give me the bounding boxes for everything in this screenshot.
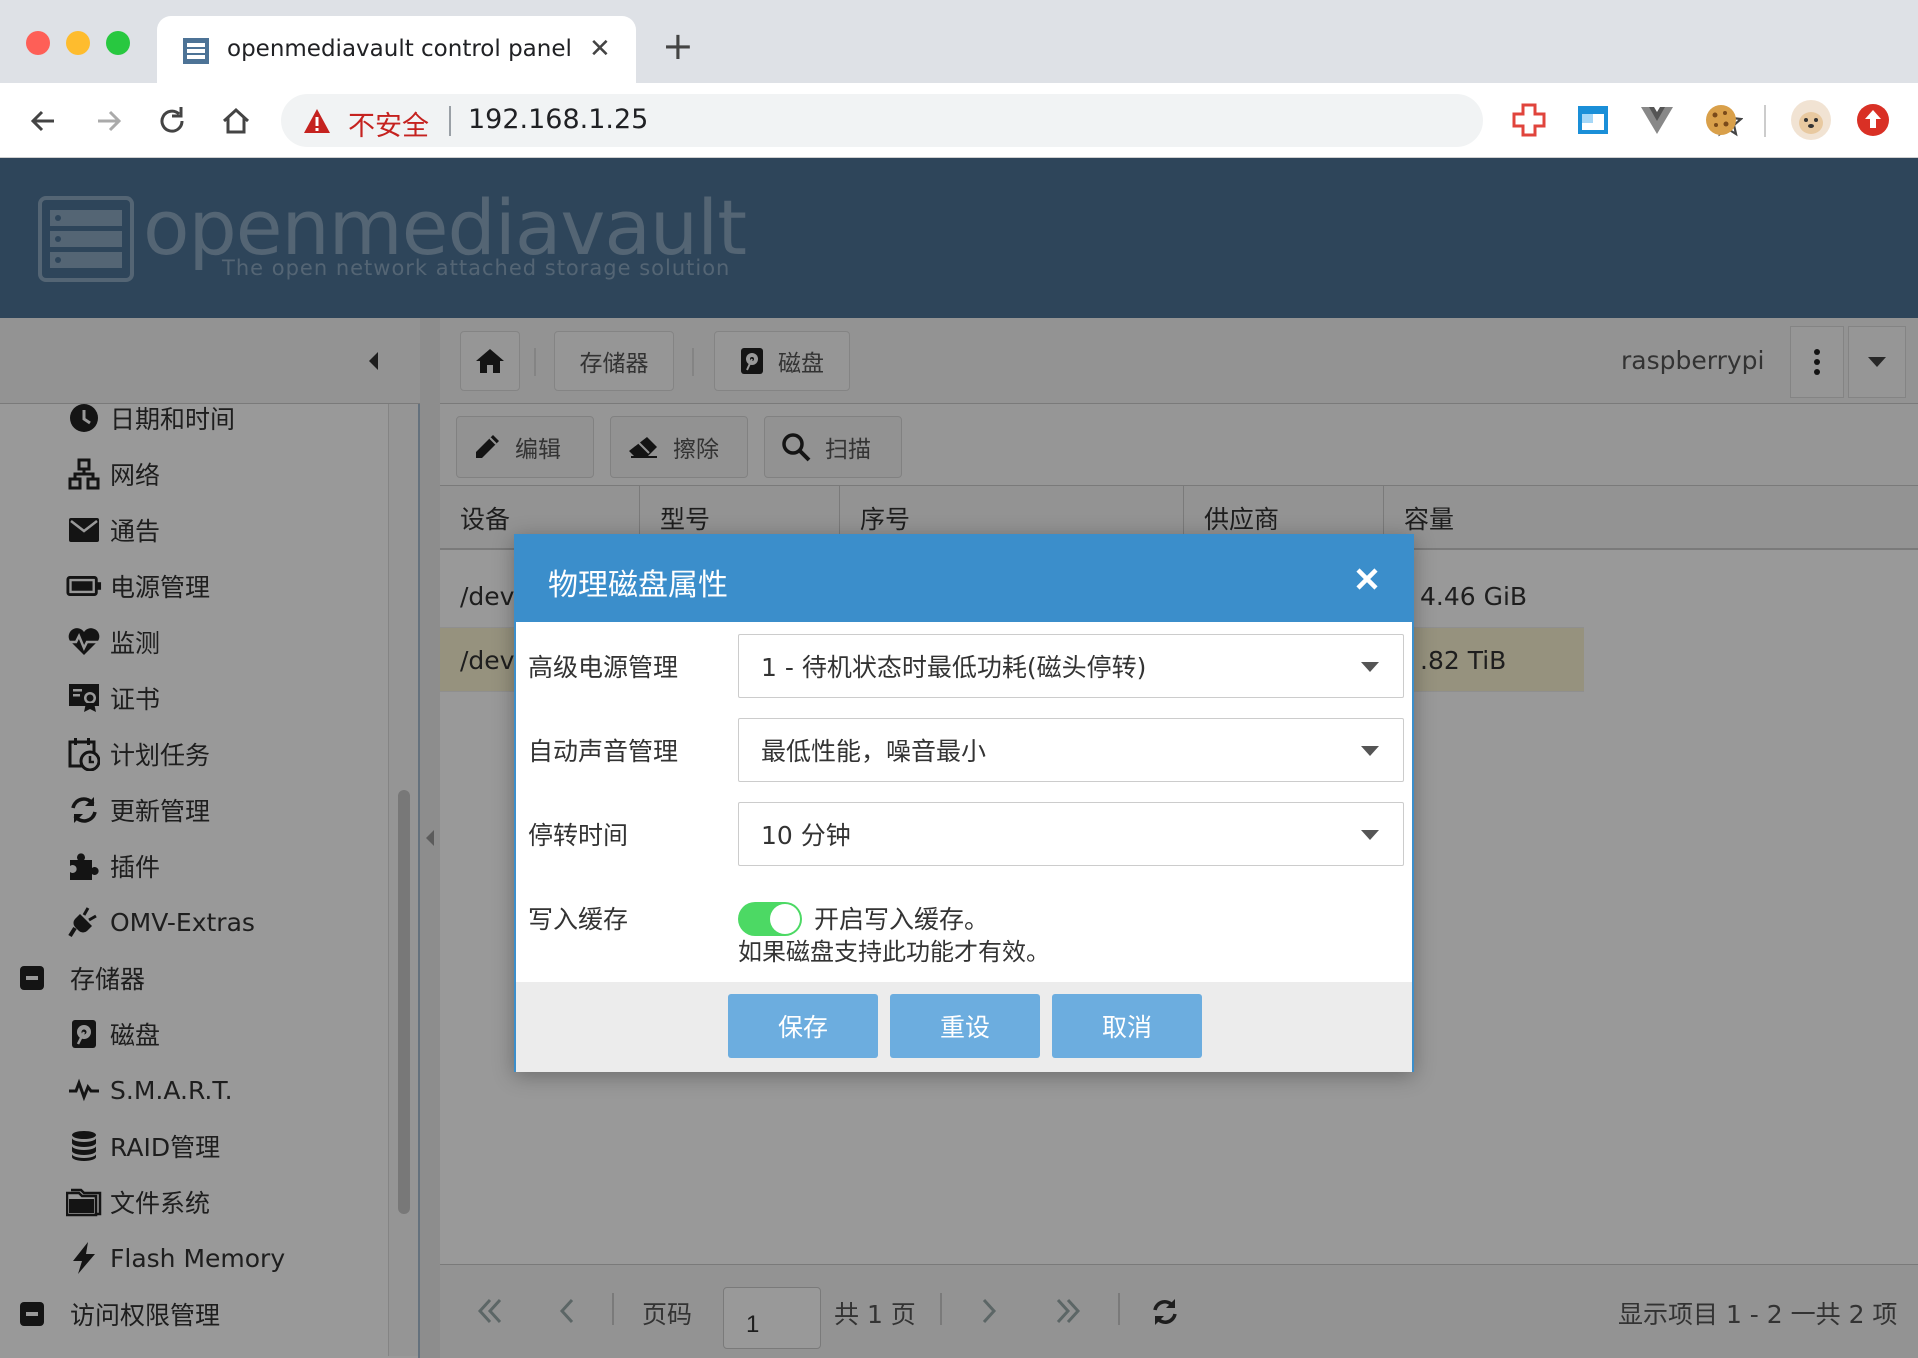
back-icon[interactable] <box>24 101 64 141</box>
close-tab-icon[interactable]: ✕ <box>589 35 611 63</box>
update-icon[interactable] <box>1854 101 1892 139</box>
dialog-header: 物理磁盘属性 <box>516 536 1412 622</box>
toolbar-separator <box>1764 105 1766 137</box>
spindown-label: 停转时间 <box>528 821 629 850</box>
profile-avatar-icon[interactable] <box>1790 99 1832 141</box>
disk-properties-dialog: 物理磁盘属性 高级电源管理 1 - 待机状态时最低功耗(磁头停转) 自动声音管理… <box>514 534 1414 1072</box>
reset-button[interactable]: 重设 <box>890 994 1040 1058</box>
browser-tab-strip: openmediavault control panel - raspberry… <box>0 0 1918 83</box>
reload-icon[interactable] <box>152 101 192 141</box>
maximize-window-button[interactable] <box>106 31 130 55</box>
page-favicon-icon <box>181 36 211 66</box>
write-cache-toggle-label: 开启写入缓存。 <box>814 905 990 934</box>
vue-devtools-icon[interactable] <box>1638 101 1676 139</box>
forward-icon[interactable] <box>88 101 128 141</box>
toggle-knob <box>770 904 800 934</box>
window-extension-icon[interactable] <box>1574 101 1612 139</box>
close-icon[interactable] <box>1354 566 1380 592</box>
browser-tab[interactable]: openmediavault control panel - raspberry… <box>157 16 636 83</box>
write-cache-hint: 如果磁盘支持此功能才有效。 <box>738 938 1050 966</box>
save-button[interactable]: 保存 <box>728 994 878 1058</box>
dropdown-arrow-icon <box>1361 746 1379 756</box>
apm-select[interactable]: 1 - 待机状态时最低功耗(磁头停转) <box>738 634 1404 698</box>
dialog-footer: 保存 重设 取消 <box>516 982 1412 1072</box>
home-icon[interactable] <box>216 101 256 141</box>
close-window-button[interactable] <box>26 31 50 55</box>
dropdown-arrow-icon <box>1361 662 1379 672</box>
aam-label: 自动声音管理 <box>528 737 679 766</box>
tab-title: openmediavault control panel - raspberry… <box>227 36 579 62</box>
aam-select[interactable]: 最低性能，噪音最小 <box>738 718 1404 782</box>
insecure-label[interactable]: 不安全 <box>348 104 429 143</box>
cookie-icon[interactable] <box>1702 101 1740 139</box>
address-bar[interactable]: 不安全 192.168.1.25 <box>281 94 1743 147</box>
dropdown-arrow-icon <box>1361 830 1379 840</box>
warning-icon <box>303 108 331 134</box>
apm-label: 高级电源管理 <box>528 653 679 682</box>
omnibox-separator <box>449 106 451 136</box>
spindown-select[interactable]: 10 分钟 <box>738 802 1404 866</box>
minimize-window-button[interactable] <box>66 31 90 55</box>
write-cache-label: 写入缓存 <box>528 905 629 934</box>
dialog-title: 物理磁盘属性 <box>548 568 728 603</box>
apm-value: 1 - 待机状态时最低功耗(磁头停转) <box>761 653 1147 682</box>
browser-toolbar: 不安全 192.168.1.25 <box>0 83 1918 158</box>
medical-extension-icon[interactable] <box>1510 101 1548 139</box>
write-cache-toggle[interactable] <box>738 902 802 936</box>
url-text[interactable]: 192.168.1.25 <box>468 104 648 135</box>
new-tab-button[interactable]: + <box>662 26 694 66</box>
spindown-value: 10 分钟 <box>761 821 851 850</box>
cancel-button[interactable]: 取消 <box>1052 994 1202 1058</box>
aam-value: 最低性能，噪音最小 <box>761 737 987 766</box>
